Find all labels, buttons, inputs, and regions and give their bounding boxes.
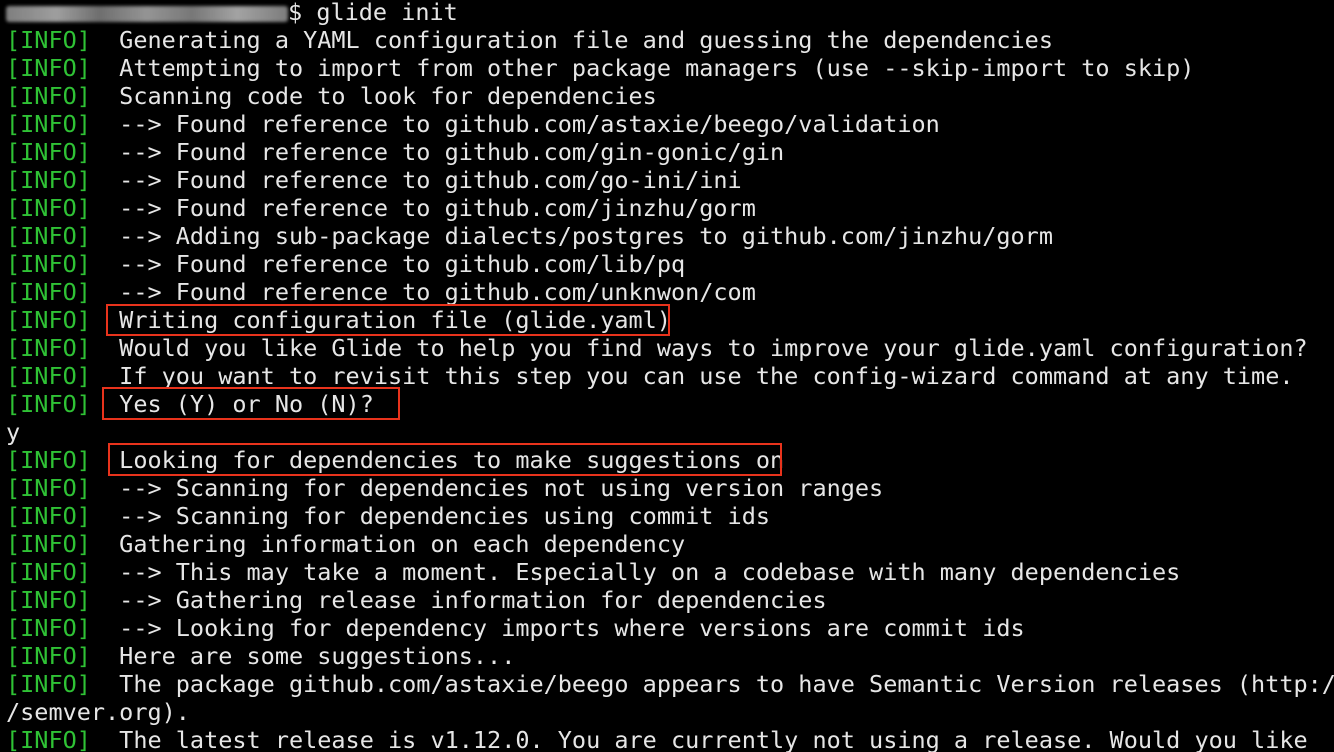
log-text: Writing configuration file (glide.yaml) [90,306,671,334]
log-text: Generating a YAML configuration file and… [90,26,1053,54]
prompt-line: $ glide init [6,0,458,26]
log-text: Attempting to import from other package … [90,54,1195,82]
info-tag: [INFO] [6,614,91,642]
log-text: --> Found reference to github.com/gin-go… [90,138,785,166]
info-tag: [INFO] [6,166,91,194]
info-tag: [INFO] [6,26,91,54]
info-tag: [INFO] [6,530,91,558]
command-text: glide init [316,0,458,26]
info-tag: [INFO] [6,222,91,250]
log-line: [INFO] --> Found reference to github.com… [6,110,940,138]
log-line: [INFO] The package github.com/astaxie/be… [6,670,1334,698]
info-tag: [INFO] [6,390,91,418]
info-tag: [INFO] [6,82,91,110]
info-tag: [INFO] [6,334,91,362]
log-line: [INFO] --> Found reference to github.com… [6,250,685,278]
log-text: --> Found reference to github.com/jinzhu… [90,194,756,222]
log-line: [INFO] --> Found reference to github.com… [6,166,742,194]
log-line-wrapped: /semver.org). [6,698,190,726]
log-line: [INFO] If you want to revisit this step … [6,362,1294,390]
log-line: [INFO] --> Found reference to github.com… [6,138,784,166]
log-line: [INFO] Scanning code to look for depende… [6,82,657,110]
log-line: [INFO] Gathering information on each dep… [6,530,685,558]
info-tag: [INFO] [6,642,91,670]
log-text: Scanning code to look for dependencies [90,82,657,110]
info-tag: [INFO] [6,110,91,138]
log-line: [INFO] Generating a YAML configuration f… [6,26,1053,54]
log-text: --> Found reference to github.com/go-ini… [90,166,742,194]
log-text: Gathering information on each dependency [90,530,686,558]
log-line: [INFO] --> Looking for dependency import… [6,614,1025,642]
log-line: [INFO] --> Found reference to github.com… [6,194,756,222]
user-input-line: y [6,418,20,446]
log-line: [INFO] Yes (Y) or No (N)? [6,390,374,418]
info-tag: [INFO] [6,446,91,474]
log-text: --> Found reference to github.com/astaxi… [90,110,940,138]
info-tag: [INFO] [6,194,91,222]
log-text: --> Gathering release information for de… [90,586,827,614]
info-tag: [INFO] [6,306,91,334]
log-line: [INFO] Attempting to import from other p… [6,54,1194,82]
redacted-username [6,5,288,22]
log-line: [INFO] --> Scanning for dependencies usi… [6,502,770,530]
log-text: --> Looking for dependency imports where… [90,614,1025,642]
log-line: [INFO] Writing configuration file (glide… [6,306,671,334]
log-line: [INFO] --> Found reference to github.com… [6,278,756,306]
log-line: [INFO] --> This may take a moment. Espec… [6,558,1180,586]
log-text: --> Found reference to github.com/lib/pq [90,250,686,278]
log-line: [INFO] --> Adding sub-package dialects/p… [6,222,1053,250]
log-text: The package github.com/astaxie/beego app… [90,670,1334,698]
info-tag: [INFO] [6,670,91,698]
log-line: [INFO] Would you like Glide to help you … [6,334,1308,362]
log-line: [INFO] The latest release is v1.12.0. Yo… [6,726,1308,752]
info-tag: [INFO] [6,250,91,278]
log-line: [INFO] Here are some suggestions... [6,642,515,670]
info-tag: [INFO] [6,558,91,586]
log-line: [INFO] --> Scanning for dependencies not… [6,474,883,502]
prompt-symbol: $ [288,0,303,26]
log-text: --> This may take a moment. Especially o… [90,558,1181,586]
log-text: Here are some suggestions... [90,642,516,670]
log-text: Looking for dependencies to make suggest… [90,446,785,474]
log-text: The latest release is v1.12.0. You are c… [90,726,1308,752]
log-line: [INFO] --> Gathering release information… [6,586,827,614]
log-text: --> Scanning for dependencies not using … [90,474,884,502]
log-text: Would you like Glide to help you find wa… [90,334,1308,362]
info-tag: [INFO] [6,278,91,306]
info-tag: [INFO] [6,54,91,82]
info-tag: [INFO] [6,362,91,390]
log-text: --> Found reference to github.com/unknwo… [90,278,756,306]
log-text: /semver.org). [6,698,190,726]
log-line: [INFO] Looking for dependencies to make … [6,446,784,474]
info-tag: [INFO] [6,138,91,166]
info-tag: [INFO] [6,502,91,530]
log-text: If you want to revisit this step you can… [90,362,1294,390]
info-tag: [INFO] [6,474,91,502]
log-text: --> Scanning for dependencies using comm… [90,502,771,530]
user-input-text: y [6,418,21,446]
terminal-window[interactable]: $ glide init [INFO] Generating a YAML co… [0,0,1334,752]
info-tag: [INFO] [6,726,91,752]
log-text: --> Adding sub-package dialects/postgres… [90,222,1053,250]
info-tag: [INFO] [6,586,91,614]
log-text: Yes (Y) or No (N)? [90,390,374,418]
